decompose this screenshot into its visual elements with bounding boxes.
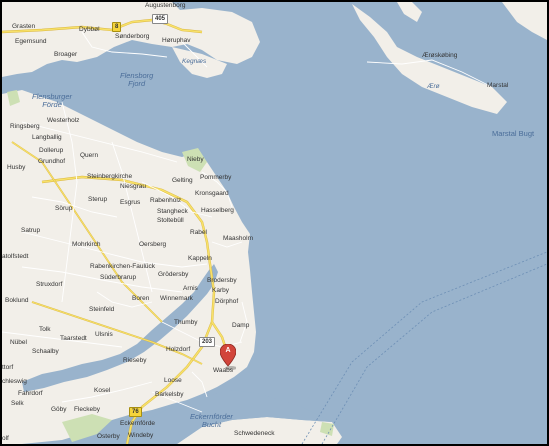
place-label-struxdorf: Struxdorf — [36, 281, 63, 288]
marker-label: A — [225, 347, 231, 354]
place-label-suderbrarup: Süderbrarup — [100, 274, 137, 281]
place-label-augustenborg: Augustenborg — [145, 2, 186, 9]
place-label-fleckeby: Fleckeby — [74, 406, 101, 413]
place-label-oersberg: Oersberg — [139, 241, 167, 248]
place-label-damp: Damp — [232, 322, 250, 329]
place-label-pommerby: Pommerby — [200, 174, 232, 181]
place-label-brodersby: Brodersby — [207, 277, 237, 284]
place-label-broager: Broager — [54, 51, 78, 58]
place-label-egernsund: Egernsund — [15, 38, 47, 45]
place-label-goby: Göby — [51, 406, 67, 413]
place-label-satrup: Satrup — [21, 227, 41, 234]
place-label-quern: Quern — [80, 152, 99, 159]
water-label-marstal-bugt: Marstal Bugt — [492, 129, 535, 138]
place-label-mohrkirch: Mohrkirch — [72, 241, 101, 248]
road-shield-76: 76 — [129, 407, 142, 417]
place-label-ulsnis: Ulsnis — [95, 331, 113, 338]
place-label-grasten: Grasten — [12, 23, 36, 30]
place-label-husby: Husby — [7, 164, 26, 171]
place-label-nieby: Nieby — [187, 156, 204, 163]
place-label-arnis: Arnis — [183, 285, 198, 292]
location-marker[interactable]: A — [219, 343, 237, 370]
place-label-sonderborg: Sønderborg — [115, 33, 150, 40]
place-label-horuphav: Høruphav — [162, 37, 191, 44]
road-shield-203: 203 — [199, 337, 216, 347]
place-label-tolk: Tolk — [39, 326, 51, 333]
place-label-boklund: Boklund — [5, 297, 29, 304]
place-label-aero: Ærø — [427, 83, 440, 90]
place-label-sterup: Sterup — [88, 196, 108, 203]
place-label-aeroskobing: Ærøskøbing — [422, 52, 458, 59]
place-label-grodersby: Grödersby — [158, 271, 189, 278]
road-shield-8: 8 — [112, 22, 122, 32]
place-label-grundhof: Grundhof — [38, 158, 66, 165]
place-label-kegnaes: Kegnæs — [182, 58, 207, 65]
place-label-eckernforde: Eckernförde — [120, 420, 156, 427]
place-label-thumby: Thumby — [174, 319, 198, 326]
road-shield-405: 405 — [152, 14, 169, 24]
place-label-taarstedt: Taarstedt — [60, 335, 87, 342]
place-label-windeby: Windeby — [128, 432, 154, 439]
place-label-selk: Selk — [11, 400, 24, 407]
map-viewport[interactable]: Augustenborg Grasten Egernsund Dybbøl Sø… — [2, 2, 547, 444]
place-label-gottorf: ttorf — [2, 364, 14, 371]
place-label-dorphof: Dörphof — [215, 298, 239, 305]
place-label-nubel: Nübel — [10, 339, 27, 346]
water-label-eckernforder-bucht: Eckernförder Bucht — [190, 412, 233, 429]
place-label-tolfstedt: atolfstedt — [2, 253, 29, 260]
place-label-holzdorf: Holzdorf — [166, 346, 191, 353]
map-base-layer — [2, 2, 547, 444]
place-label-osterby: Osterby — [97, 433, 120, 440]
place-label-westerholz: Westerholz — [47, 117, 80, 124]
place-label-rabenkirchen-fauluck: Rabenkirchen-Faulück — [90, 263, 156, 270]
place-label-barkelsby: Barkelsby — [155, 391, 184, 398]
place-label-gelting: Gelting — [172, 177, 193, 184]
place-label-maasholm: Maasholm — [223, 235, 253, 242]
place-label-kronsgaard: Kronsgaard — [195, 190, 229, 197]
place-label-kolf: olf — [2, 435, 9, 442]
place-label-niesgrau: Niesgrau — [120, 183, 147, 190]
place-label-dybbol: Dybbøl — [79, 26, 100, 33]
place-label-winnemark: Winnemark — [160, 295, 193, 302]
place-label-stoltebull: Stoltebüll — [157, 217, 184, 224]
place-label-loose: Loose — [164, 377, 182, 384]
place-label-steinfeld: Steinfeld — [89, 306, 115, 313]
place-label-boren: Boren — [132, 295, 150, 302]
place-label-schwedeneck: Schwedeneck — [234, 430, 275, 437]
place-label-dollerup: Dollerup — [39, 147, 64, 154]
place-label-rieseby: Rieseby — [123, 357, 147, 364]
place-label-ringsberg: Ringsberg — [10, 123, 40, 130]
place-label-rabel: Rabel — [190, 229, 207, 236]
place-label-esgrus: Esgrus — [120, 199, 141, 206]
place-label-steinbergkirche: Steinbergkirche — [87, 173, 133, 180]
place-label-rabenholz: Rabenholz — [150, 197, 182, 204]
place-label-stangheck: Stangheck — [157, 208, 188, 215]
place-label-schleswig: chleswig — [2, 378, 27, 385]
place-label-hasselberg: Hasselberg — [201, 207, 234, 214]
water-label-flensburger-forde: Flensburger Förde — [32, 92, 73, 109]
place-label-kappeln: Kappeln — [188, 255, 212, 262]
place-label-marstal: Marstal — [487, 82, 509, 89]
place-label-schaalby: Schaalby — [32, 348, 59, 355]
place-label-fahrdorf: Fahrdorf — [18, 390, 43, 397]
place-label-karby: Karby — [212, 287, 229, 294]
water-label-flensborg-fjord: Flensborg Fjord — [120, 71, 154, 88]
place-label-sorup: Sörup — [55, 205, 73, 212]
place-label-kosel: Kosel — [94, 387, 111, 394]
place-label-langballig: Langballig — [32, 134, 62, 141]
